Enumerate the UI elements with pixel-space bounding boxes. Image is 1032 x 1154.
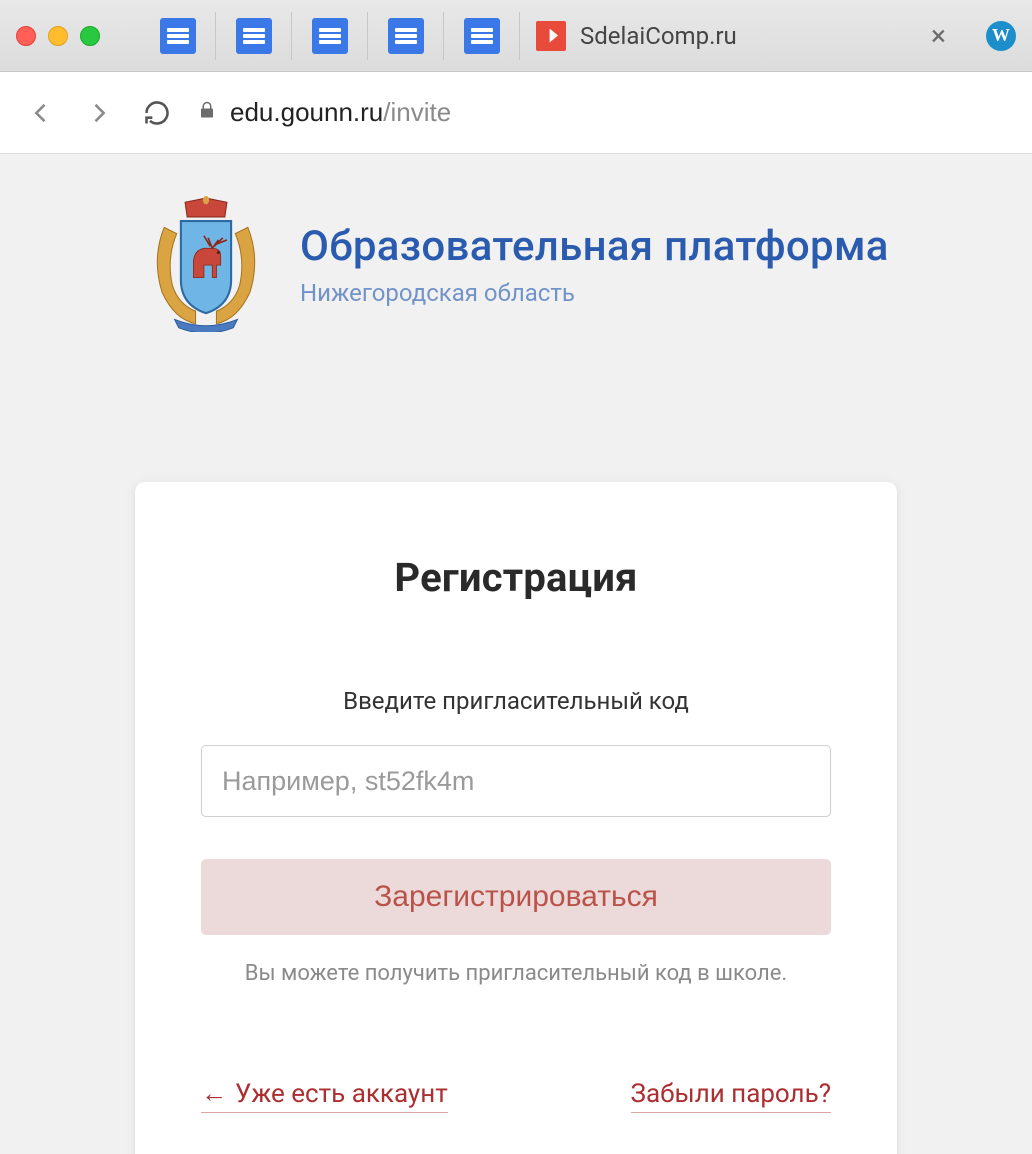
address-bar[interactable]: edu.gounn.ru/invite [198,97,1008,128]
site-title: Образовательная платформа [300,222,889,271]
pinned-tab-4[interactable] [368,12,444,60]
pinned-tabs [140,12,520,60]
tab-close-button[interactable]: × [931,19,946,52]
doc-icon [236,18,272,54]
register-button[interactable]: Зарегистрироваться [201,859,831,935]
wp-pinned-tab[interactable]: W [986,21,1016,51]
pinned-tab-2[interactable] [216,12,292,60]
tab-favicon [536,21,566,51]
already-have-account-link[interactable]: ← Уже есть аккаунт [201,1078,448,1113]
window-close-button[interactable] [16,26,36,46]
url-text: edu.gounn.ru/invite [230,97,451,128]
tab-title: SdelaiComp.ru [580,22,737,50]
site-header: Образовательная платформа Нижегородская … [0,196,1032,332]
forward-button[interactable] [82,96,116,130]
doc-icon [464,18,500,54]
forgot-password-link[interactable]: Забыли пароль? [631,1078,831,1113]
card-heading: Регистрация [201,554,831,601]
window-tab-bar: SdelaiComp.ru × W [0,0,1032,72]
active-tab[interactable]: SdelaiComp.ru × [520,12,962,60]
invite-code-input[interactable] [201,745,831,817]
back-button[interactable] [24,96,58,130]
region-crest-icon [138,196,274,332]
pinned-tab-1[interactable] [140,12,216,60]
doc-icon [388,18,424,54]
login-link-label: Уже есть аккаунт [235,1079,448,1109]
site-subtitle: Нижегородская область [300,279,889,307]
url-path: /invite [383,97,451,127]
arrow-left-icon: ← [201,1078,227,1109]
invite-code-prompt: Введите пригласительный код [201,687,831,715]
invite-code-hint: Вы можете получить пригласительный код в… [201,961,831,986]
forgot-link-label: Забыли пароль? [631,1079,831,1109]
pinned-tab-5[interactable] [444,12,520,60]
doc-icon [312,18,348,54]
reload-button[interactable] [140,96,174,130]
window-controls [16,26,100,46]
site-title-block: Образовательная платформа Нижегородская … [300,222,889,307]
url-host: edu.gounn.ru [230,97,383,127]
registration-card: Регистрация Введите пригласительный код … [135,482,897,1154]
pinned-tab-3[interactable] [292,12,368,60]
window-minimize-button[interactable] [48,26,68,46]
lock-icon [198,100,216,126]
browser-toolbar: edu.gounn.ru/invite [0,72,1032,154]
card-footer-links: ← Уже есть аккаунт Забыли пароль? [201,1078,831,1113]
doc-icon [160,18,196,54]
window-zoom-button[interactable] [80,26,100,46]
page-content: Образовательная платформа Нижегородская … [0,154,1032,1154]
